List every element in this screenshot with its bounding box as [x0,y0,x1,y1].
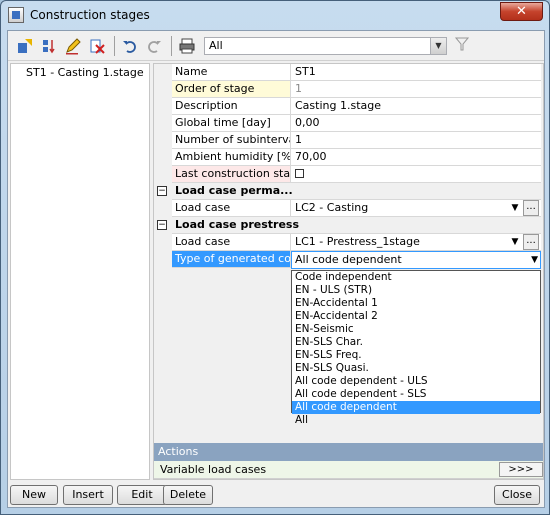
description-field[interactable]: Casting 1.stage [291,98,541,115]
collapse-toggle-icon[interactable]: − [157,220,167,230]
insert-icon[interactable] [14,35,35,56]
property-label: Ambient humidity [%] [172,149,291,166]
dropdown-option[interactable]: All code dependent - SLS [292,388,540,401]
property-label: Global time [day] [172,115,291,132]
dropdown-option[interactable]: All code dependent [292,401,540,414]
last-stage-checkbox[interactable] [295,169,304,178]
title-bar[interactable]: Construction stages ✕ [1,1,549,29]
chevron-down-icon[interactable]: ▼ [508,201,522,215]
load-case-prestress-value: LC1 - Prestress_1stage [295,235,420,248]
actions-header: Actions [154,443,543,461]
dropdown-option[interactable]: All [292,414,540,427]
collapse-toggle-icon[interactable]: − [157,186,167,196]
property-row-load-case-permanent: Load case LC2 - Casting ▼ ... [154,200,543,217]
group-label: Load case prestress [172,217,541,234]
list-item-stage[interactable]: ST1 - Casting 1.stage [11,64,149,82]
property-row-subintervals: Number of subintervals 1 [154,132,543,149]
delete-icon[interactable] [86,35,107,56]
type-generated-combo[interactable]: All code dependent ▼ [291,251,541,269]
button-bar: New Insert Edit Delete Close [8,485,544,507]
property-label: Load case [172,200,291,217]
group-load-case-prestress[interactable]: − Load case prestress [154,217,543,234]
property-label: Description [172,98,291,115]
property-grid: Name ST1 Order of stage 1 Description Ca… [153,63,544,480]
property-label: Name [172,64,291,81]
dropdown-option[interactable]: EN-Seismic [292,323,540,336]
construction-stages-window: Construction stages ✕ All ▼ ST1 - Castin… [0,0,550,515]
stage-list: ST1 - Casting 1.stage [10,63,150,480]
name-field[interactable]: ST1 [291,64,541,81]
dropdown-option[interactable]: EN-SLS Char. [292,336,540,349]
property-row-type-generated: Type of generated co... All code depende… [154,251,543,269]
property-label: Type of generated co... [172,251,291,268]
load-case-permanent-value: LC2 - Casting [295,201,369,214]
property-row-order: Order of stage 1 [154,81,543,98]
browse-button[interactable]: ... [523,200,539,216]
sort-icon[interactable] [38,35,59,56]
chevron-down-icon[interactable]: ▼ [531,252,538,268]
property-row-description: Description Casting 1.stage [154,98,543,115]
last-stage-cell [291,166,541,183]
dropdown-option[interactable]: All code dependent - ULS [292,375,540,388]
subintervals-field[interactable]: 1 [291,132,541,149]
dropdown-option[interactable]: EN - ULS (STR) [292,284,540,297]
group-load-case-permanent[interactable]: − Load case perma... [154,183,543,200]
chevron-down-icon[interactable]: ▼ [508,235,522,249]
load-case-permanent-select[interactable]: LC2 - Casting ▼ ... [291,200,541,217]
property-label: Number of subintervals [172,132,291,149]
window-title: Construction stages [30,8,150,22]
global-time-field[interactable]: 0,00 [291,115,541,132]
humidity-field[interactable]: 70,00 [291,149,541,166]
actions-label: Variable load cases [160,463,267,476]
type-generated-value: All code dependent [295,253,402,266]
group-label: Load case perma... [172,183,541,200]
dropdown-option[interactable]: EN-Accidental 2 [292,310,540,323]
variable-load-cases-button[interactable]: >>> [499,462,543,477]
order-field: 1 [291,81,541,98]
property-row-global-time: Global time [day] 0,00 [154,115,543,132]
dropdown-option[interactable]: EN-SLS Freq. [292,349,540,362]
load-case-prestress-select[interactable]: LC1 - Prestress_1stage ▼ ... [291,234,541,251]
redo-icon[interactable] [143,35,164,56]
print-icon[interactable] [176,35,197,56]
toolbar-separator [114,35,115,56]
property-row-humidity: Ambient humidity [%] 70,00 [154,149,543,166]
property-row-last-stage: Last construction stage [154,166,543,183]
browse-button[interactable]: ... [523,234,539,250]
toolbar: All ▼ [8,31,544,61]
chevron-down-icon[interactable]: ▼ [430,37,446,54]
filter-value: All [209,39,223,52]
actions-row-variable-load-cases: Variable load cases >>> [154,461,543,479]
undo-icon[interactable] [119,35,140,56]
property-row-load-case-prestress: Load case LC1 - Prestress_1stage ▼ ... [154,234,543,251]
close-button[interactable]: Close [494,485,540,505]
window-close-button[interactable]: ✕ [500,2,543,21]
filter-combo[interactable]: All ▼ [204,36,447,55]
insert-button[interactable]: Insert [63,485,113,505]
property-label: Order of stage [172,81,291,98]
edit-button[interactable]: Edit [117,485,167,505]
toolbar-separator [171,35,172,56]
property-label: Last construction stage [172,166,291,183]
type-generated-dropdown: Code independent EN - ULS (STR) EN-Acciden… [291,270,541,426]
funnel-filter-icon[interactable] [454,36,470,56]
dropdown-option[interactable]: Code independent [292,271,540,284]
edit-icon[interactable] [62,35,83,56]
dropdown-option[interactable]: EN-SLS Quasi. [292,362,540,375]
delete-button[interactable]: Delete [163,485,213,505]
property-label: Load case [172,234,291,251]
dropdown-option[interactable]: EN-Accidental 1 [292,297,540,310]
property-row-name: Name ST1 [154,64,543,81]
app-icon [8,7,24,23]
new-button[interactable]: New [10,485,58,505]
client-area: All ▼ ST1 - Casting 1.stage Name ST1 Ord… [7,30,545,508]
